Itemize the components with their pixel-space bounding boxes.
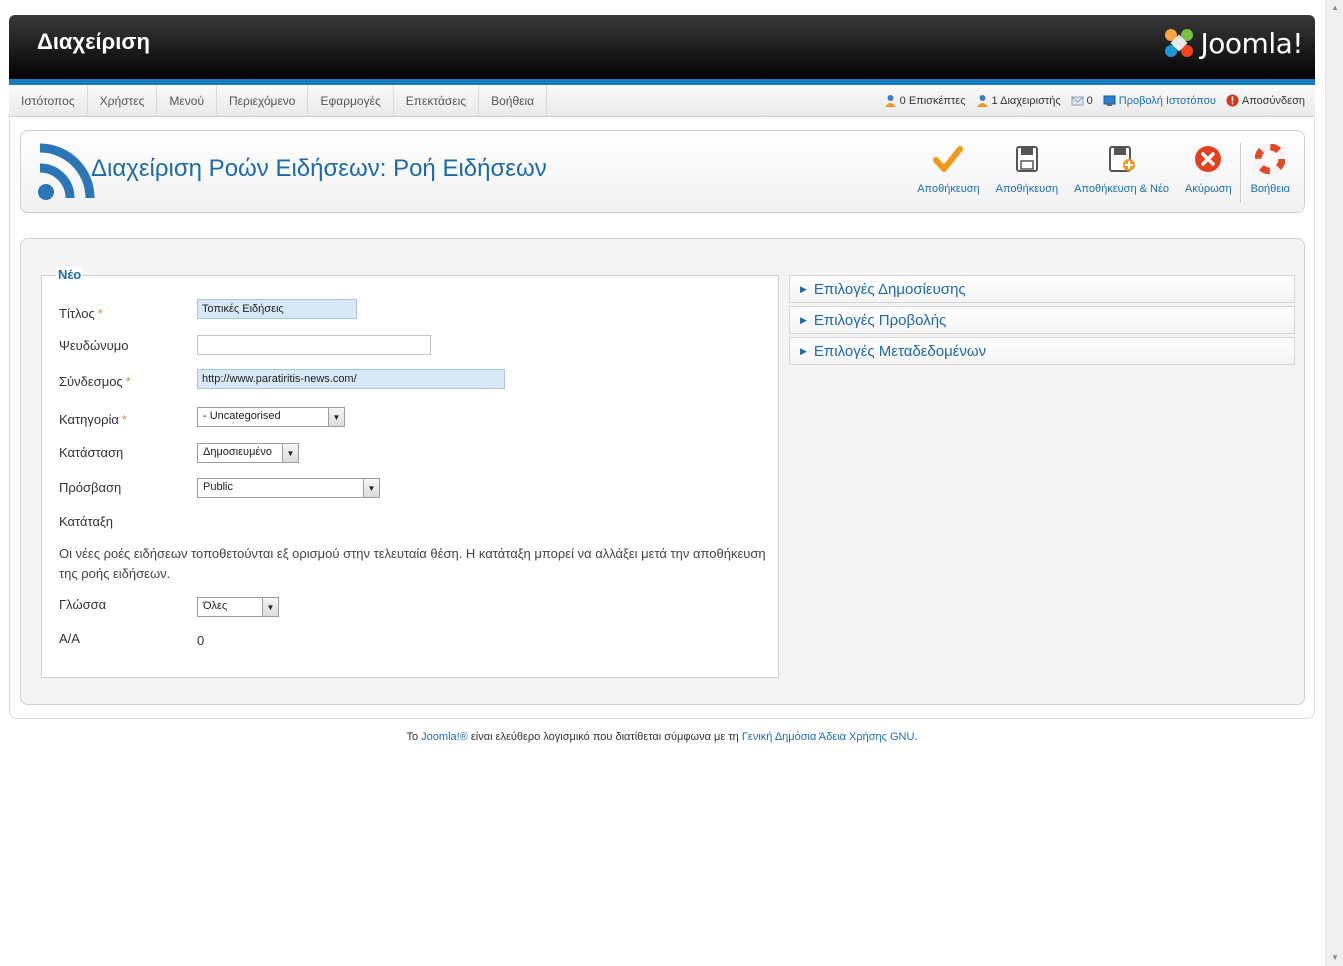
admin-title: Διαχείριση xyxy=(37,29,150,54)
status-messages[interactable]: 0 xyxy=(1071,94,1093,107)
access-select[interactable]: Public ▼ xyxy=(197,478,380,498)
save-new-button[interactable]: Αποθήκευση & Νέο xyxy=(1066,143,1177,203)
arrow-right-icon: ▶ xyxy=(800,314,807,325)
help-button[interactable]: Βοήθεια xyxy=(1239,143,1298,203)
joomla-logo: Joomla! xyxy=(1161,23,1304,63)
menu-menus[interactable]: Μενού xyxy=(157,85,218,116)
cancel-icon xyxy=(1195,146,1222,172)
arrow-right-icon: ▶ xyxy=(800,283,807,294)
status-bar: 0 Επισκέπτες 1 Διαχειριστής 0 Προβολή Ισ… xyxy=(874,94,1315,107)
monitor-icon xyxy=(1103,95,1116,106)
title-label: Τίτλος * xyxy=(59,306,103,321)
link-input[interactable] xyxy=(197,369,505,389)
category-label: Κατηγορία * xyxy=(59,412,127,427)
floppy-disk-plus-icon xyxy=(1108,146,1135,172)
arrow-right-icon: ▶ xyxy=(800,345,807,356)
lifebuoy-icon xyxy=(1255,144,1286,174)
id-value: 0 xyxy=(197,633,205,648)
menu-site[interactable]: Ιστότοπος xyxy=(9,85,88,116)
display-options-panel[interactable]: ▶ Επιλογές Προβολής xyxy=(789,306,1295,334)
category-select[interactable]: - Uncategorised ▼ xyxy=(197,407,345,427)
floppy-disk-icon xyxy=(1015,146,1038,172)
link-label: Σύνδεσμος * xyxy=(59,374,131,389)
admins-icon xyxy=(976,95,988,107)
scroll-up-icon[interactable]: ▲ xyxy=(1326,0,1343,16)
gpl-license-link[interactable]: Γενική Δημόσια Άδεια Χρήσης GNU xyxy=(742,731,915,743)
status-admins: 1 Διαχειριστής xyxy=(976,94,1061,107)
joomla-link[interactable]: Joomla!® xyxy=(421,731,468,743)
language-label: Γλώσσα xyxy=(59,597,107,612)
toolbar-buttons: Αποθήκευση Αποθήκευση Αποθήκευση & Νέο Α… xyxy=(909,143,1298,203)
toolbar: Διαχείριση Ροών Ειδήσεων: Ροή Ειδήσεων Α… xyxy=(20,130,1305,213)
joomla-logo-icon xyxy=(1164,29,1193,57)
state-select[interactable]: Δημοσιευμένο ▼ xyxy=(197,443,299,463)
status-logout[interactable]: Αποσύνδεση xyxy=(1226,94,1305,107)
logout-icon xyxy=(1226,94,1239,107)
checkmark-icon xyxy=(933,146,964,172)
admin-header: Διαχείριση Joomla! xyxy=(9,15,1315,85)
apply-button[interactable]: Αποθήκευση xyxy=(909,143,987,203)
scroll-down-icon[interactable]: ▼ xyxy=(1326,950,1343,966)
save-close-button[interactable]: Αποθήκευση xyxy=(988,143,1066,203)
chevron-down-icon: ▼ xyxy=(262,598,278,616)
view-site-link[interactable]: Προβολή Ιστοτόπου xyxy=(1119,95,1216,107)
publishing-options-panel[interactable]: ▶ Επιλογές Δημοσίευσης xyxy=(789,275,1295,303)
menu-extensions[interactable]: Επεκτάσεις xyxy=(394,85,480,116)
status-view-site[interactable]: Προβολή Ιστοτόπου xyxy=(1103,94,1216,107)
menu-components[interactable]: Εφαρμογές xyxy=(308,85,394,116)
state-label: Κατάσταση xyxy=(59,445,124,460)
options-panels: ▶ Επιλογές Δημοσίευσης ▶ Επιλογές Προβολ… xyxy=(789,275,1295,368)
newsfeed-icon xyxy=(38,143,95,200)
chevron-down-icon: ▼ xyxy=(363,479,379,497)
visitors-icon xyxy=(884,95,896,107)
alias-input[interactable] xyxy=(197,335,431,355)
joomla-logo-text: Joomla! xyxy=(1200,26,1304,60)
main-menu-bar: Ιστότοπος Χρήστες Μενού Περιεχόμενο Εφαρ… xyxy=(9,85,1315,117)
main-menu: Ιστότοπος Χρήστες Μενού Περιεχόμενο Εφαρ… xyxy=(9,85,548,116)
vertical-scrollbar[interactable]: ▲ ▼ xyxy=(1325,0,1343,966)
menu-content[interactable]: Περιεχόμενο xyxy=(217,85,309,116)
access-label: Πρόσβαση xyxy=(59,480,122,495)
language-select[interactable]: Όλες ▼ xyxy=(197,597,279,617)
fieldset-legend: Νέο xyxy=(56,267,84,282)
cancel-button[interactable]: Ακύρωση xyxy=(1177,143,1240,203)
ordering-label: Κατάταξη xyxy=(59,514,114,529)
menu-users[interactable]: Χρήστες xyxy=(88,85,158,116)
chevron-down-icon: ▼ xyxy=(282,444,298,462)
title-input[interactable] xyxy=(197,299,357,319)
logout-link[interactable]: Αποσύνδεση xyxy=(1242,95,1305,107)
metadata-options-panel[interactable]: ▶ Επιλογές Μεταδεδομένων xyxy=(789,337,1295,365)
menu-help[interactable]: Βοήθεια xyxy=(479,85,548,116)
page-title: Διαχείριση Ροών Ειδήσεων: Ροή Ειδήσεων xyxy=(91,155,547,182)
status-visitors: 0 Επισκέπτες xyxy=(884,94,966,107)
chevron-down-icon: ▼ xyxy=(328,408,344,426)
main-content: Νέο Τίτλος* Ψευδώνυμο Σύνδεσμος* Κατηγορ… xyxy=(20,238,1305,705)
footer: Το Joomla!® είναι ελεύθερο λογισμικό που… xyxy=(406,731,918,743)
messages-icon xyxy=(1071,96,1084,106)
details-fieldset: Νέο Τίτλος* Ψευδώνυμο Σύνδεσμος* Κατηγορ… xyxy=(41,267,779,678)
ordering-note: Οι νέες ροές ειδήσεων τοποθετούνται εξ ο… xyxy=(59,546,766,581)
alias-label: Ψευδώνυμο xyxy=(59,338,129,353)
page: Διαχείριση Joomla! Ιστότοπος Χρήστες Μεν… xyxy=(0,0,1325,966)
id-label: Α/Α xyxy=(59,631,80,646)
